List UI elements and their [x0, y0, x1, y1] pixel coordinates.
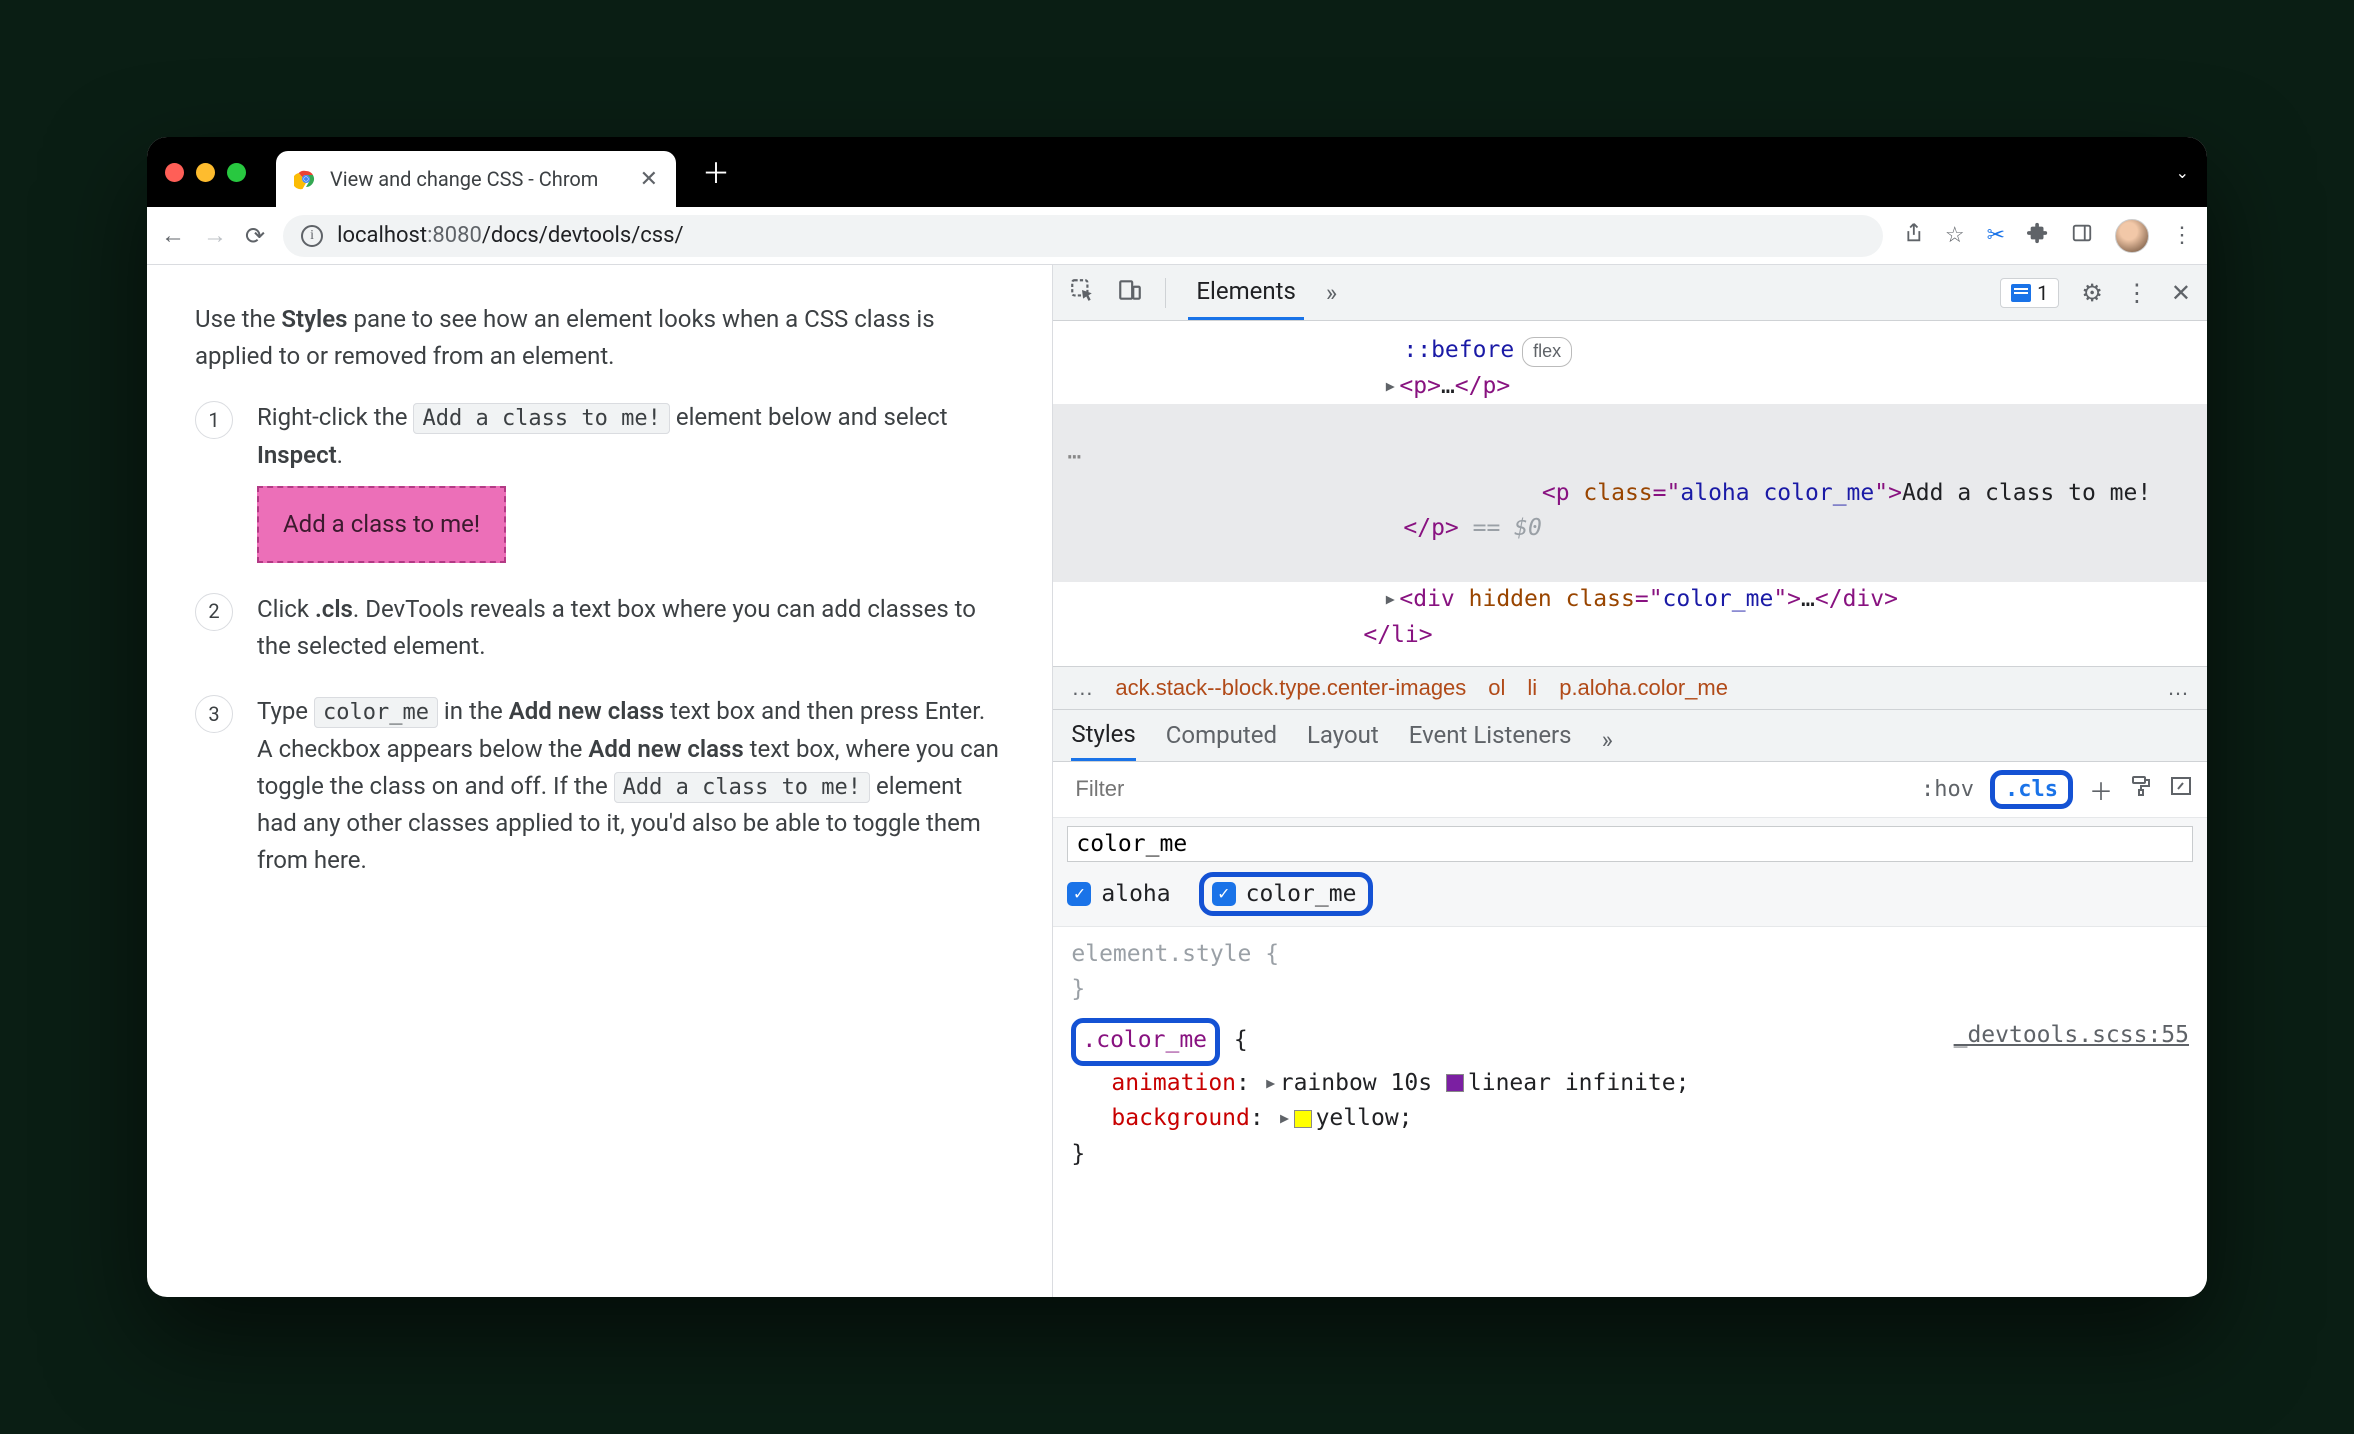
reload-button[interactable]: ⟳: [245, 222, 265, 250]
address-bar[interactable]: i localhost:8080/docs/devtools/css/: [283, 215, 1883, 257]
bookmark-star-icon[interactable]: ☆: [1945, 223, 1965, 248]
more-tabs-icon[interactable]: »: [1326, 279, 1337, 307]
layout-tab[interactable]: Layout: [1307, 721, 1379, 759]
styles-tab[interactable]: Styles: [1071, 720, 1135, 761]
styles-filter-row: :hov .cls ＋: [1053, 762, 2207, 818]
event-listeners-tab[interactable]: Event Listeners: [1409, 721, 1572, 759]
class-toggle-aloha[interactable]: ✓ aloha: [1067, 881, 1170, 907]
tab-close-icon[interactable]: ✕: [640, 167, 658, 192]
expand-triangle-icon[interactable]: ▸: [1383, 582, 1399, 618]
scissors-icon[interactable]: ✂: [1987, 223, 2005, 248]
extensions-icon[interactable]: [2027, 222, 2049, 250]
minimize-window-button[interactable]: [196, 163, 215, 182]
crumb-ellipsis[interactable]: …: [1071, 675, 1093, 701]
url-text: localhost:8080/docs/devtools/css/: [337, 223, 683, 248]
step-3: Type color_me in the Add new class text …: [195, 693, 1004, 879]
inspect-element-icon[interactable]: [1069, 277, 1095, 309]
fullscreen-window-button[interactable]: [227, 163, 246, 182]
forward-button[interactable]: →: [203, 221, 227, 250]
flex-badge[interactable]: flex: [1522, 337, 1572, 367]
dom-tree[interactable]: ::beforeflex ▸<p>…</p> ⋯ <p class="aloha…: [1053, 321, 2207, 666]
cls-toggle[interactable]: .cls: [1990, 770, 2073, 809]
window-controls: [165, 163, 246, 182]
elements-tab[interactable]: Elements: [1188, 265, 1303, 320]
hov-toggle[interactable]: :hov: [1921, 777, 1974, 802]
step-1: Right-click the Add a class to me! eleme…: [195, 399, 1004, 563]
styles-subtabs: Styles Computed Layout Event Listeners »: [1053, 710, 2207, 762]
more-tabs-icon[interactable]: »: [1602, 726, 1613, 754]
close-window-button[interactable]: [165, 163, 184, 182]
toolbar-actions: ☆ ✂ ⋮: [1901, 219, 2193, 253]
paint-format-icon[interactable]: [2129, 774, 2153, 804]
pseudo-before: ::before: [1403, 337, 1514, 363]
crumb-item-selected[interactable]: p.aloha.color_me: [1559, 675, 1728, 701]
devtools-panel: Elements » 1 ⚙ ⋮ ✕ ::beforeflex ▸<p>…</p…: [1053, 265, 2207, 1297]
browser-window: View and change CSS - Chrom ✕ ＋ ⌄ ← → ⟳ …: [147, 137, 2207, 1297]
color-me-rule-selector[interactable]: .color_me: [1071, 1018, 1220, 1066]
add-new-class-input[interactable]: [1067, 826, 2193, 862]
browser-tab[interactable]: View and change CSS - Chrom ✕: [276, 151, 676, 207]
issues-badge[interactable]: 1: [2000, 278, 2059, 308]
step-2: Click .cls. DevTools reveals a text box …: [195, 591, 1004, 665]
checkbox-checked-icon: ✓: [1067, 882, 1091, 906]
issue-icon: [2011, 284, 2031, 302]
tab-title: View and change CSS - Chrom: [330, 167, 628, 191]
share-icon[interactable]: [1901, 222, 1923, 250]
close-devtools-icon[interactable]: ✕: [2171, 279, 2191, 307]
class-toggle-color-me[interactable]: ✓ color_me: [1199, 872, 1374, 916]
crumb-item[interactable]: li: [1527, 675, 1537, 701]
color-swatch-icon[interactable]: [1294, 1110, 1312, 1128]
element-style-selector: element.style {: [1071, 941, 1279, 967]
crumb-item[interactable]: ack.stack--block.type.center-images: [1115, 675, 1466, 701]
computed-panel-icon[interactable]: [2169, 774, 2193, 804]
selected-dom-node[interactable]: ⋯ <p class="aloha color_me">Add a class …: [1053, 404, 2207, 582]
crumb-item[interactable]: ol: [1488, 675, 1505, 701]
issue-count: 1: [2037, 281, 2048, 305]
intro-paragraph: Use the Styles pane to see how an elemen…: [195, 301, 1004, 375]
devtools-toolbar: Elements » 1 ⚙ ⋮ ✕: [1053, 265, 2207, 321]
rule-source-link[interactable]: _devtools.scss:55: [1954, 1018, 2189, 1054]
computed-tab[interactable]: Computed: [1166, 721, 1277, 759]
code-snippet: color_me: [314, 697, 438, 728]
sidepanel-icon[interactable]: [2071, 222, 2093, 250]
expand-tabs-icon[interactable]: ⌄: [2176, 163, 2189, 182]
cls-panel: ✓ aloha ✓ color_me: [1053, 818, 2207, 927]
style-rules[interactable]: element.style { } .color_me { _devtools.…: [1053, 927, 2207, 1183]
back-button[interactable]: ←: [161, 221, 185, 250]
crumb-ellipsis[interactable]: …: [2167, 675, 2189, 701]
add-class-demo-element[interactable]: Add a class to me!: [257, 486, 506, 563]
kebab-menu-icon[interactable]: ⋮: [2125, 279, 2149, 307]
dom-breadcrumbs[interactable]: … ack.stack--block.type.center-images ol…: [1053, 666, 2207, 710]
site-info-icon[interactable]: i: [301, 225, 323, 247]
timing-swatch-icon[interactable]: [1446, 1074, 1464, 1092]
chrome-menu-icon[interactable]: ⋮: [2171, 223, 2193, 248]
titlebar: View and change CSS - Chrom ✕ ＋ ⌄: [147, 137, 2207, 207]
content-area: Use the Styles pane to see how an elemen…: [147, 265, 2207, 1297]
expand-triangle-icon[interactable]: ▸: [1383, 369, 1399, 405]
chrome-icon: [294, 167, 318, 191]
code-snippet: Add a class to me!: [614, 772, 870, 803]
new-style-rule-icon[interactable]: ＋: [2089, 772, 2113, 807]
more-actions-icon[interactable]: ⋯: [1067, 440, 1081, 476]
profile-avatar[interactable]: [2115, 219, 2149, 253]
checkbox-checked-icon: ✓: [1212, 882, 1236, 906]
new-tab-button[interactable]: ＋: [702, 152, 730, 192]
settings-gear-icon[interactable]: ⚙: [2081, 279, 2103, 307]
styles-filter-input[interactable]: [1067, 770, 1905, 808]
page-content: Use the Styles pane to see how an elemen…: [147, 265, 1053, 1297]
toolbar: ← → ⟳ i localhost:8080/docs/devtools/css…: [147, 207, 2207, 265]
device-toggle-icon[interactable]: [1117, 277, 1143, 309]
code-snippet: Add a class to me!: [413, 403, 669, 434]
